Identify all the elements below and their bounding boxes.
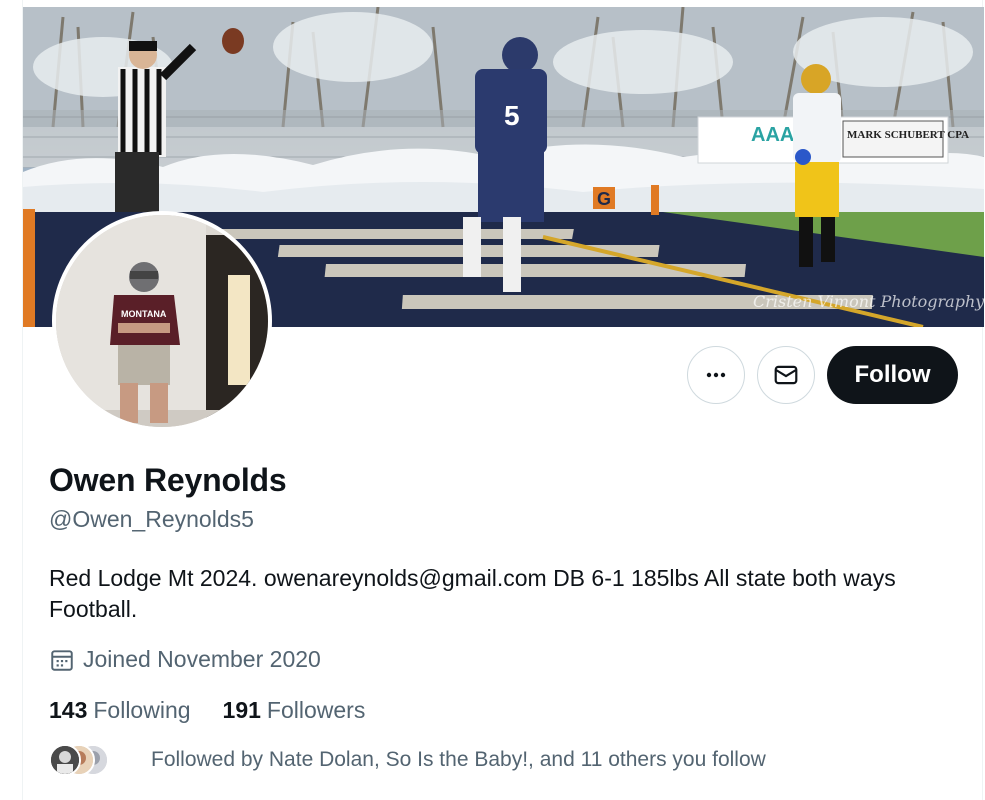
- profile-handle: @Owen_Reynolds5: [49, 506, 254, 532]
- follow-stats: 143 Following 191 Followers: [49, 697, 365, 724]
- more-options-button[interactable]: [687, 346, 745, 404]
- mutual-follower-avatars: [49, 744, 109, 776]
- following-count: 143: [49, 697, 88, 723]
- mutual-avatar: [49, 744, 81, 776]
- profile-avatar[interactable]: MONTANA: [52, 211, 272, 431]
- avatar-image: MONTANA: [56, 215, 268, 427]
- profile-card: AAA MARK SCHUBERT CPA G 5 Cristen Vimont…: [22, 0, 984, 800]
- joined-text: Joined November 2020: [83, 646, 321, 672]
- svg-text:AAA: AAA: [751, 124, 794, 146]
- following-label: Following: [93, 697, 191, 723]
- joined-date: Joined November 2020: [49, 646, 321, 673]
- profile-display-name: Owen Reynolds: [49, 462, 287, 498]
- photo-watermark: Cristen Vimont Photography: [753, 292, 984, 311]
- followers-label: Followers: [266, 697, 366, 723]
- follow-button[interactable]: Follow: [827, 346, 958, 404]
- envelope-icon: [774, 365, 798, 385]
- followers-link[interactable]: 191 Followers: [223, 697, 366, 724]
- calendar-icon: [51, 649, 73, 671]
- followers-count: 191: [222, 697, 261, 723]
- followed-by-link[interactable]: Followed by Nate Dolan, So Is the Baby!,…: [49, 744, 766, 776]
- following-link[interactable]: 143 Following: [49, 697, 191, 724]
- avatar-jersey-text: MONTANA: [121, 309, 167, 319]
- message-button[interactable]: [757, 346, 815, 404]
- profile-bio: Red Lodge Mt 2024. owenareynolds@gmail.c…: [49, 565, 896, 622]
- more-horizontal-icon: [706, 372, 726, 378]
- end-zone-marker: G: [597, 189, 611, 209]
- followed-by-text: Followed by Nate Dolan, So Is the Baby!,…: [151, 748, 766, 771]
- jersey-number: 5: [504, 100, 520, 131]
- banner-sign-text: MARK SCHUBERT CPA: [847, 129, 969, 141]
